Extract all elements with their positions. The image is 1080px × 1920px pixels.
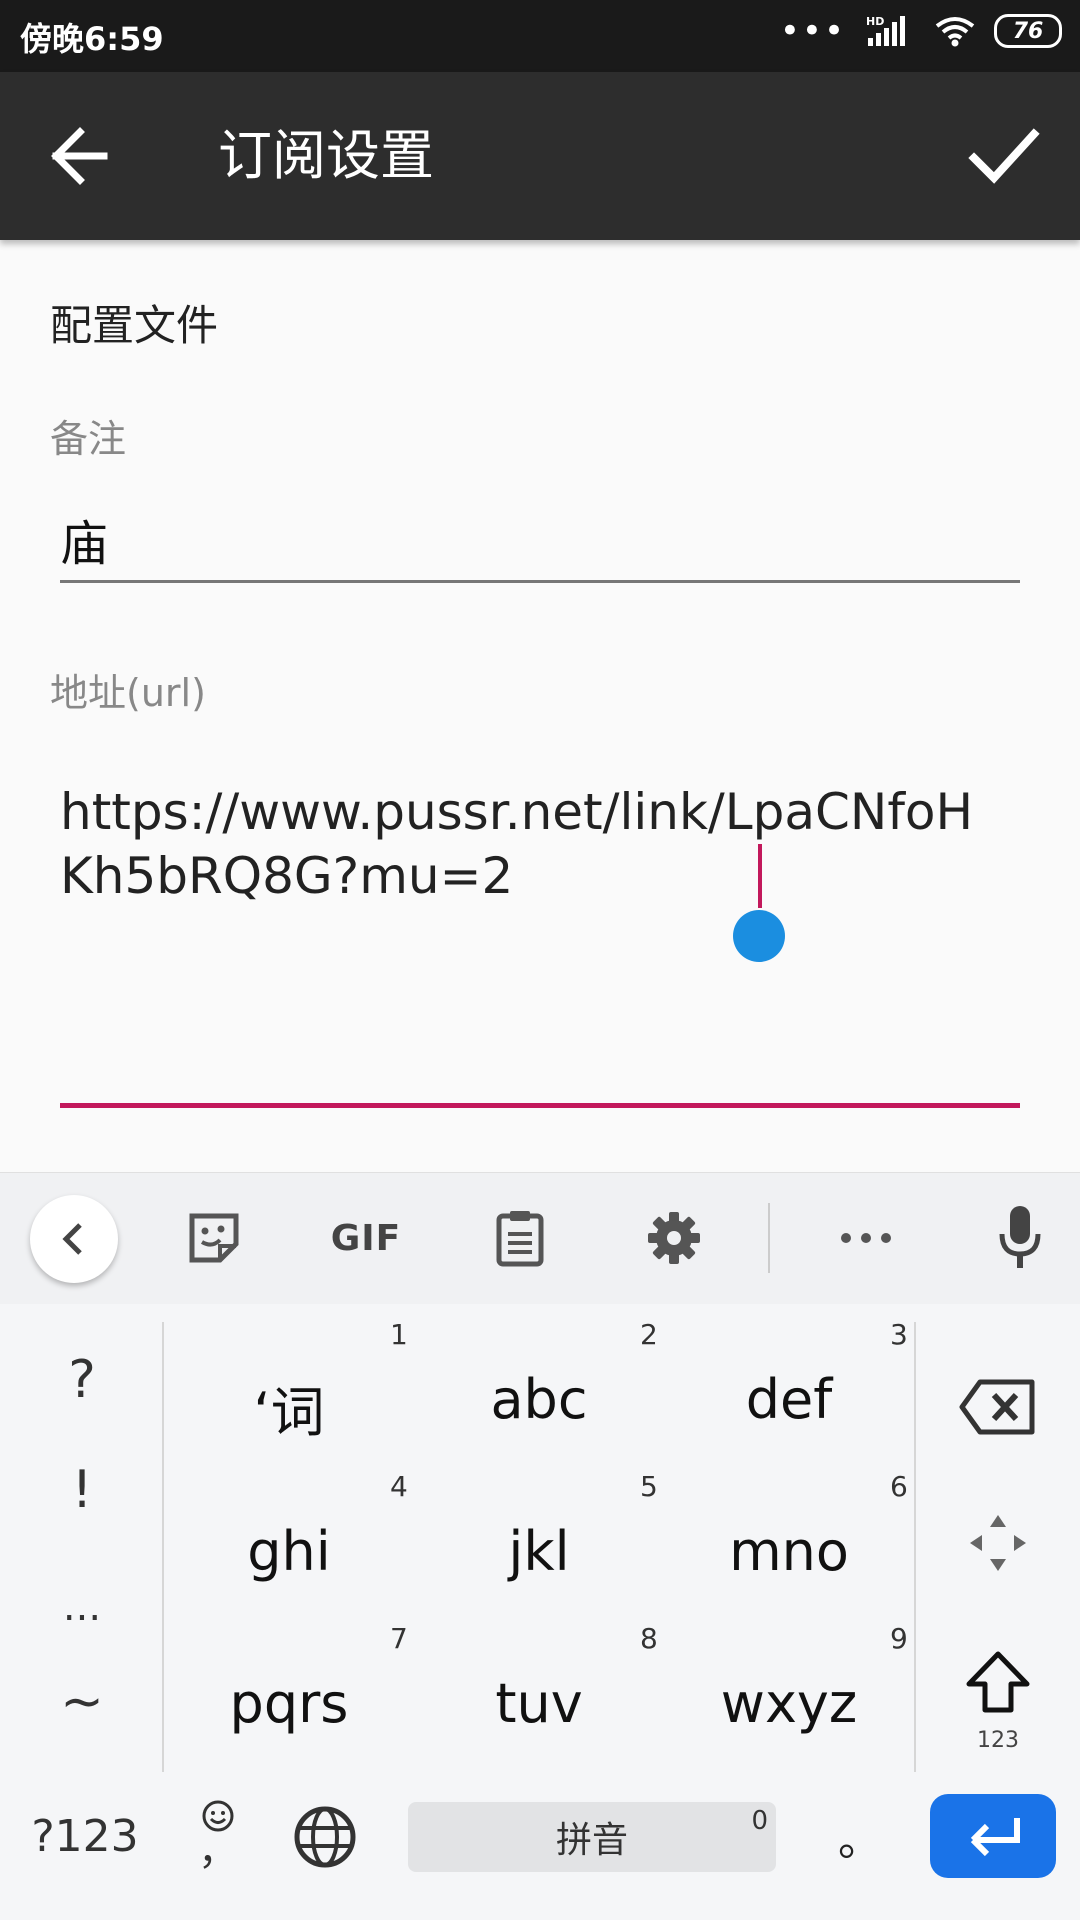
key-label: tuv <box>495 1672 583 1735</box>
arrow-back-icon <box>51 127 108 185</box>
shift-arrow-icon <box>966 1651 1030 1713</box>
t9-key-9[interactable]: 9 wxyz <box>664 1608 914 1758</box>
symbols-key-label: ?123 <box>31 1810 139 1862</box>
keyboard-toolbar: GIF <box>0 1172 1080 1305</box>
save-button[interactable] <box>964 118 1044 194</box>
microphone-icon <box>999 1206 1041 1268</box>
t9-key-3[interactable]: 3 def <box>664 1304 914 1454</box>
key-number: 7 <box>390 1622 408 1655</box>
page-title: 订阅设置 <box>218 124 434 187</box>
t9-key-8[interactable]: 8 tuv <box>414 1608 664 1758</box>
t9-key-1[interactable]: 1 ‘词 <box>164 1304 414 1454</box>
app-bar: 订阅设置 <box>0 72 1080 240</box>
status-bar: 傍晚6:59 ••• HD 76 <box>0 0 1080 72</box>
enter-key[interactable] <box>930 1794 1056 1878</box>
url-input[interactable]: https://www.pussr.net/link/LpaCNfoHKh5bR… <box>60 780 1000 908</box>
emoji-comma-key[interactable]: ， <box>176 1784 260 1884</box>
key-number: 4 <box>390 1470 408 1503</box>
key-number: 6 <box>890 1470 908 1503</box>
network-type-label: HD <box>866 15 884 28</box>
gif-button[interactable]: GIF <box>322 1193 410 1283</box>
language-key[interactable] <box>282 1794 368 1880</box>
t9-key-4[interactable]: 4 ghi <box>164 1456 414 1606</box>
clipboard-button[interactable] <box>482 1193 558 1283</box>
remark-input[interactable]: 庙 <box>60 504 108 574</box>
t9-key-7[interactable]: 7 pqrs <box>164 1608 414 1758</box>
key-label: def <box>745 1368 833 1431</box>
space-key-label: 拼音 <box>555 1820 628 1861</box>
key-number: 2 <box>640 1318 658 1351</box>
key-label: jkl <box>508 1520 570 1583</box>
chevron-left-icon <box>62 1223 82 1255</box>
period-key[interactable]: 。 <box>808 1794 912 1878</box>
more-notifications-icon: ••• <box>779 11 846 51</box>
clipboard-icon <box>496 1211 544 1267</box>
sticker-icon <box>189 1213 239 1263</box>
key-number: 3 <box>890 1318 908 1351</box>
move-arrows-icon <box>970 1515 1026 1571</box>
remark-input-underline <box>60 580 1020 583</box>
signal-icon: HD <box>866 15 905 46</box>
section-heading: 配置文件 <box>50 301 219 350</box>
keyboard-bottom-row: ?123 ， 拼音 0 。 <box>0 1774 1080 1920</box>
cursor-handle[interactable] <box>733 910 785 962</box>
backspace-icon <box>959 1379 1035 1435</box>
key-number: 1 <box>390 1318 408 1351</box>
cursor-move-key[interactable] <box>916 1468 1080 1618</box>
backspace-key[interactable] <box>916 1332 1080 1482</box>
url-label: 地址(url) <box>50 671 206 715</box>
symbols-key[interactable]: ?123 <box>20 1794 150 1878</box>
text-cursor <box>758 844 762 908</box>
key-label: ‘词 <box>253 1381 325 1444</box>
space-key[interactable]: 拼音 0 <box>408 1802 776 1872</box>
key-number: 5 <box>640 1470 658 1503</box>
key-number: 9 <box>890 1622 908 1655</box>
wifi-icon <box>935 17 975 47</box>
sticker-button[interactable] <box>176 1193 252 1283</box>
t9-key-2[interactable]: 2 abc <box>414 1304 664 1454</box>
key-label: wxyz <box>720 1672 858 1735</box>
shift-sublabel: 123 <box>977 1728 1019 1753</box>
punctuation-column: ? ! ... ~ <box>0 1304 164 1774</box>
t9-key-6[interactable]: 6 mno <box>664 1456 914 1606</box>
battery-indicator: 76 <box>994 14 1062 48</box>
status-time: 傍晚6:59 <box>20 20 164 58</box>
more-options-button[interactable] <box>826 1193 906 1283</box>
key-label: mno <box>729 1520 849 1583</box>
globe-icon <box>294 1806 356 1868</box>
remark-label: 备注 <box>50 417 127 461</box>
keyboard: ? ! ... ~ 1 ‘词 2 abc 3 def 4 ghi 5 jkl 6… <box>0 1304 1080 1920</box>
more-horizontal-icon <box>841 1233 891 1243</box>
punct-key-tilde[interactable]: ~ <box>0 1672 164 1732</box>
punct-key-question[interactable]: ? <box>0 1350 164 1410</box>
punct-key-exclaim[interactable]: ! <box>0 1460 164 1520</box>
settings-button[interactable] <box>634 1193 714 1283</box>
gear-icon <box>648 1212 700 1264</box>
collapse-toolbar-button[interactable] <box>30 1195 118 1283</box>
check-icon <box>968 128 1040 184</box>
shift-key[interactable]: 123 <box>916 1608 1080 1758</box>
enter-arrow-icon <box>970 1818 1020 1857</box>
key-label: abc <box>490 1368 588 1431</box>
url-input-underline <box>60 1103 1020 1108</box>
voice-input-button[interactable] <box>980 1193 1060 1283</box>
comma-label: ， <box>198 1828 238 1874</box>
punct-key-ellipsis[interactable]: ... <box>0 1584 164 1630</box>
toolbar-divider <box>768 1203 770 1273</box>
key-number: 8 <box>640 1622 658 1655</box>
status-icons: ••• HD 76 <box>780 14 1062 48</box>
key-label: pqrs <box>229 1672 349 1735</box>
key-label: ghi <box>247 1520 331 1583</box>
space-key-number: 0 <box>751 1806 768 1836</box>
t9-key-5[interactable]: 5 jkl <box>414 1456 664 1606</box>
back-button[interactable] <box>46 120 126 192</box>
